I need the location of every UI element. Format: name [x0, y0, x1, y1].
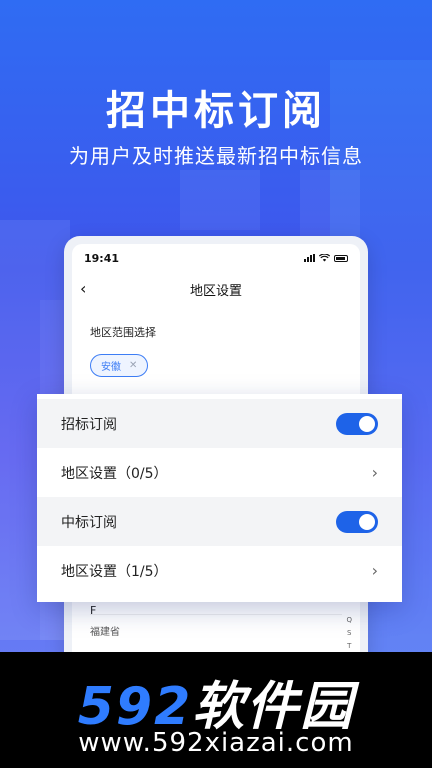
award-subscription-row: 中标订阅 [37, 497, 402, 546]
tender-subscription-label: 招标订阅 [61, 416, 117, 433]
watermark-url: www.592xiazai.com [78, 728, 354, 758]
nav-bar: ‹ 地区设置 [72, 272, 360, 306]
region-chip[interactable]: 安徽 ✕ [90, 354, 149, 377]
subscription-settings-card: 招标订阅 地区设置（0/5） › 中标订阅 地区设置（1/5） › [37, 394, 402, 602]
region-range-label: 地区范围选择 [90, 326, 156, 339]
province-list: F 福建省 [72, 604, 360, 638]
award-subscription-label: 中标订阅 [61, 514, 117, 531]
chevron-right-icon: › [371, 561, 378, 580]
battery-icon [334, 254, 348, 262]
award-subscription-toggle[interactable] [336, 510, 378, 533]
tender-region-setting-label: 地区设置（0/5） [61, 465, 168, 482]
promo-headline: 招中标订阅 [106, 88, 326, 134]
bg-building [180, 170, 260, 230]
tender-subscription-toggle[interactable] [336, 412, 378, 435]
wifi-icon [319, 254, 330, 262]
list-letter-heading: F [90, 604, 97, 617]
back-chevron-icon[interactable]: ‹ [80, 279, 86, 298]
award-region-setting-row[interactable]: 地区设置（1/5） › [37, 546, 402, 595]
status-icons [304, 254, 348, 262]
index-letter[interactable]: Q [346, 614, 352, 627]
list-item-province[interactable]: 福建省 [90, 623, 360, 638]
region-chip-label: 安徽 [101, 362, 121, 373]
alphabet-index[interactable]: Q S T [346, 614, 352, 653]
promo-subline: 为用户及时推送最新招中标信息 [69, 144, 363, 168]
signal-icon [304, 254, 315, 262]
status-bar: 19:41 [72, 244, 360, 272]
status-time: 19:41 [84, 251, 120, 265]
index-letter[interactable]: S [346, 627, 352, 640]
award-region-setting-label: 地区设置（1/5） [61, 563, 168, 580]
tender-subscription-row: 招标订阅 [37, 399, 402, 448]
tender-region-setting-row[interactable]: 地区设置（0/5） › [37, 448, 402, 497]
chevron-right-icon: › [371, 463, 378, 482]
close-icon[interactable]: ✕ [129, 360, 137, 371]
nav-title: 地区设置 [189, 283, 242, 299]
